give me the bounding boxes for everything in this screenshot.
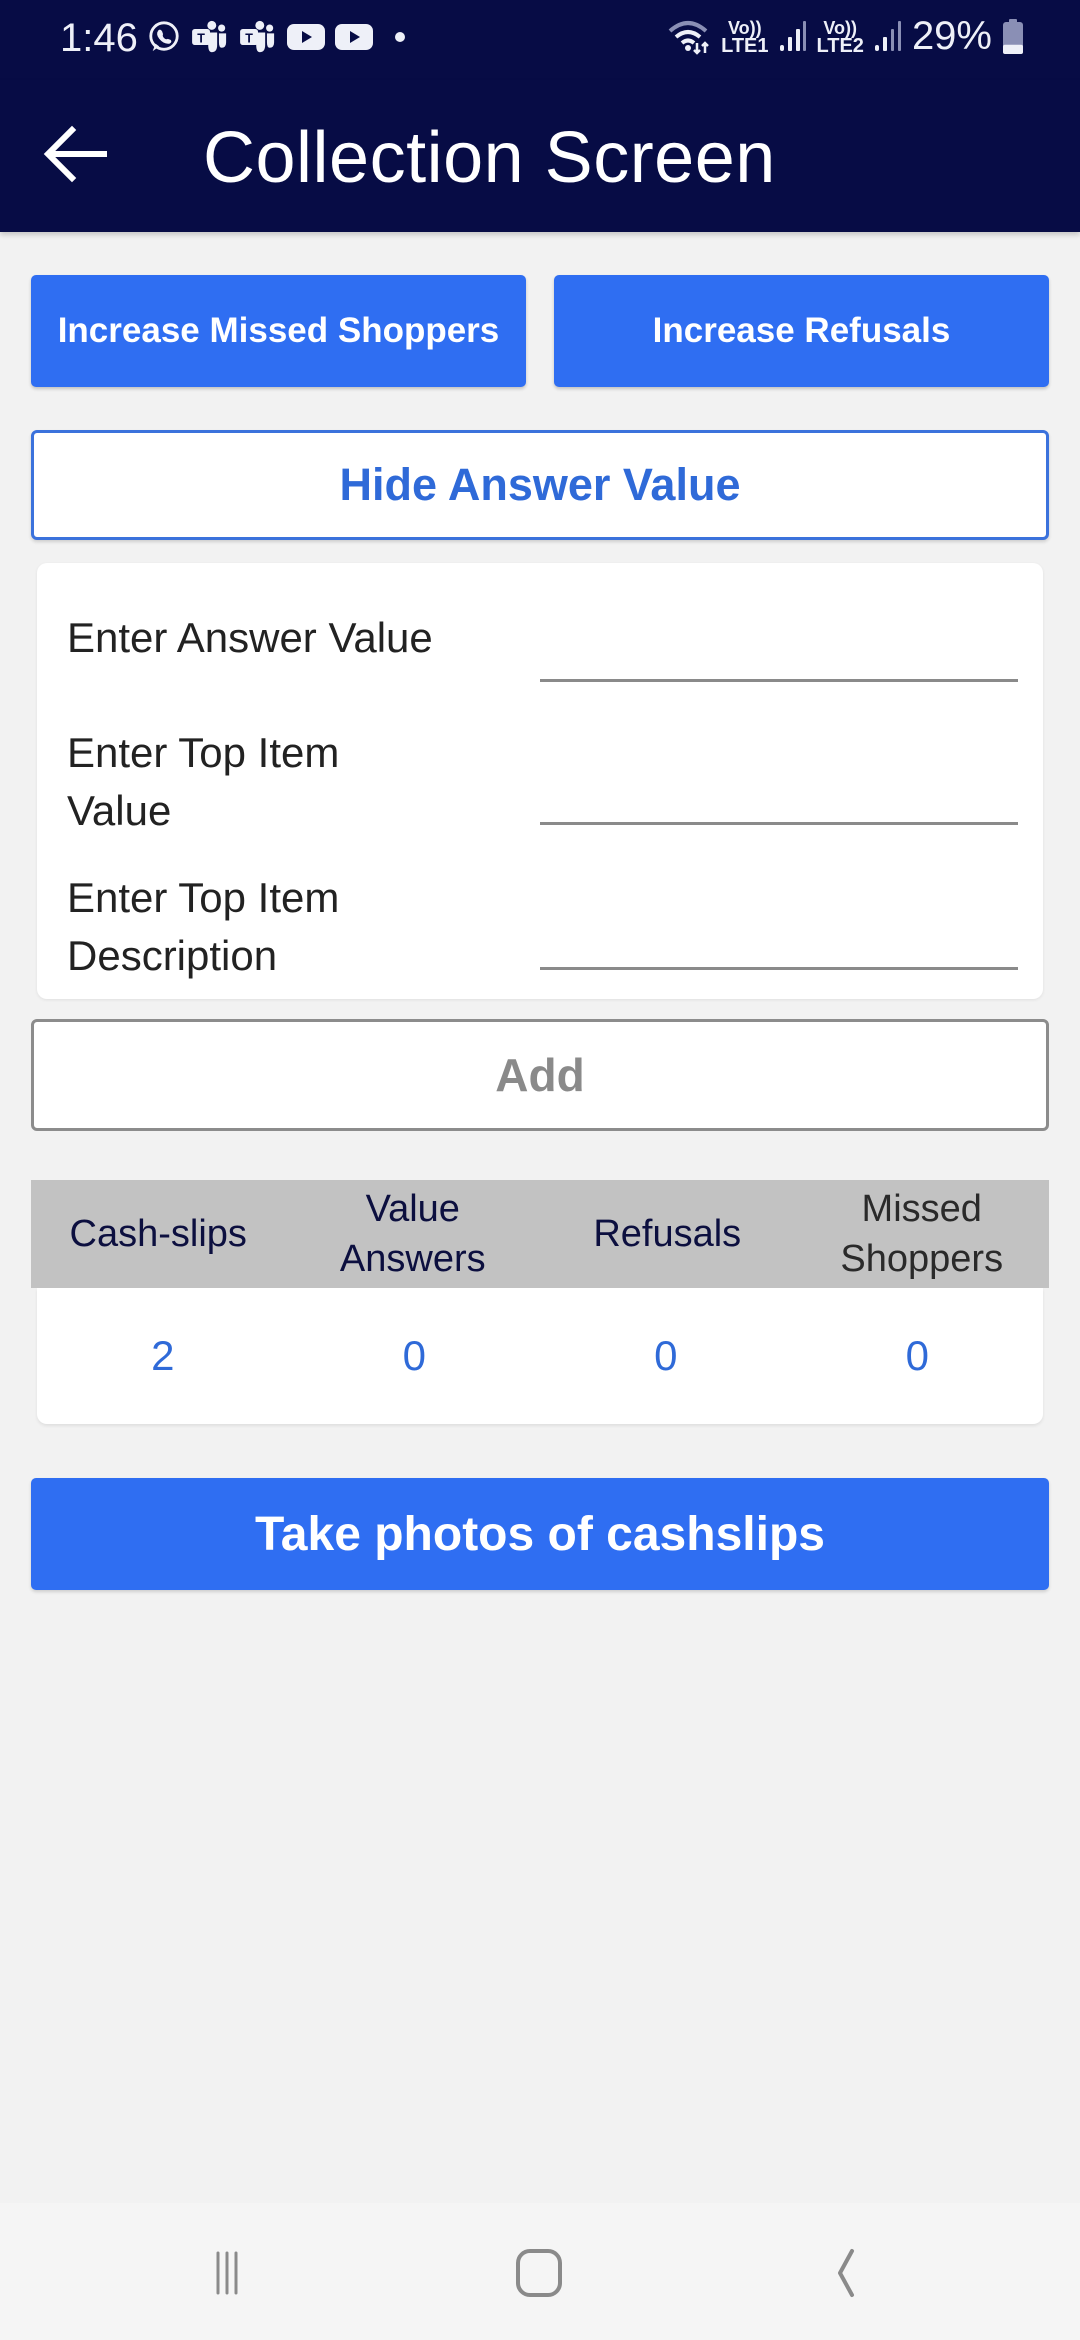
top-item-description-label-line2: Description <box>67 932 278 979</box>
header-text: Refusals <box>593 1213 742 1255</box>
sim2-network: LTE2 <box>816 34 864 57</box>
status-time: 1:46 <box>60 16 138 60</box>
header-cash-slips: Cash-slips <box>31 1180 286 1288</box>
arrow-left-icon <box>43 125 107 183</box>
header-text: Value <box>365 1188 460 1230</box>
recent-apps-icon <box>216 2251 238 2295</box>
home-button[interactable] <box>500 2241 580 2305</box>
value-answers-count: 0 <box>402 1332 426 1379</box>
sim2-indicator: Vo)) LTE2 <box>816 17 864 57</box>
sim1-volte: Vo)) <box>727 17 762 38</box>
system-back-button[interactable] <box>800 2241 880 2305</box>
counter-buttons: Increase Missed Shoppers Increase Refusa… <box>31 275 1049 387</box>
app-bar: Collection Screen <box>0 80 1080 232</box>
sim1-network: LTE1 <box>721 34 769 57</box>
whatsapp-icon <box>149 21 179 52</box>
top-item-value-label-line1: Enter Top Item <box>67 729 340 776</box>
system-indicators: Vo)) LTE1 Vo)) LTE2 29% <box>667 14 1024 59</box>
system-nav-bar <box>0 2203 1080 2340</box>
teams-icon: T <box>240 20 275 53</box>
sim1-indicator: Vo)) LTE1 <box>721 17 769 57</box>
add-button[interactable]: Add <box>31 1019 1049 1131</box>
missed-shoppers-count: 0 <box>905 1332 929 1379</box>
header-text: Missed <box>861 1188 982 1230</box>
sim2-volte: Vo)) <box>823 17 858 38</box>
stats-table-row: 2 0 0 0 <box>37 1288 1043 1424</box>
signal-icon <box>874 20 901 51</box>
header-text: Cash-slips <box>69 1213 247 1255</box>
header-text: Shoppers <box>840 1238 1004 1280</box>
back-button[interactable] <box>40 122 120 192</box>
increase-refusals-button[interactable]: Increase Refusals <box>554 275 1049 387</box>
header-text: Answers <box>339 1238 486 1280</box>
cash-slips-count: 2 <box>151 1332 175 1379</box>
take-photos-button[interactable]: Take photos of cashslips <box>31 1478 1049 1590</box>
youtube-icon <box>287 24 325 50</box>
home-icon <box>516 2249 562 2297</box>
top-item-value-label-line2: Value <box>67 787 172 834</box>
battery-icon <box>1003 18 1023 54</box>
more-notifications-dot <box>395 32 405 42</box>
status-bar: 1:46 T T Vo)) LTE1 Vo)) LTE2 29% <box>0 0 1080 80</box>
youtube-icon <box>335 24 373 50</box>
top-item-description-label: Enter Top Item Description <box>67 869 339 985</box>
hide-answer-value-button[interactable]: Hide Answer Value <box>31 430 1049 540</box>
increase-missed-shoppers-button[interactable]: Increase Missed Shoppers <box>31 275 526 387</box>
top-item-value-label: Enter Top Item Value <box>67 724 339 840</box>
svg-text:T: T <box>245 31 253 45</box>
recent-apps-button[interactable] <box>196 2241 276 2305</box>
battery-percent: 29% <box>911 14 992 58</box>
page-title: Collection Screen <box>203 118 776 198</box>
back-icon <box>838 2249 854 2297</box>
wifi-icon <box>668 20 709 55</box>
refusals-count: 0 <box>654 1332 678 1379</box>
header-refusals: Refusals <box>540 1180 795 1288</box>
header-value-answers: Value Answers <box>286 1180 541 1288</box>
top-item-value-input[interactable] <box>540 770 1018 825</box>
svg-text:T: T <box>197 31 205 45</box>
top-item-description-input[interactable] <box>540 915 1018 970</box>
top-item-description-label-line1: Enter Top Item <box>67 874 340 921</box>
notification-icons: T T <box>146 20 412 54</box>
stats-table-header: Cash-slips Value Answers Refusals Missed S… <box>31 1180 1049 1288</box>
signal-icon <box>779 20 806 51</box>
answer-value-input[interactable] <box>540 627 1018 682</box>
answer-form: Enter Answer Value Enter Top Item Value … <box>37 563 1043 999</box>
answer-value-label: Enter Answer Value <box>67 614 433 661</box>
teams-icon: T <box>192 20 227 53</box>
header-missed-shoppers: Missed Shoppers <box>795 1180 1050 1288</box>
